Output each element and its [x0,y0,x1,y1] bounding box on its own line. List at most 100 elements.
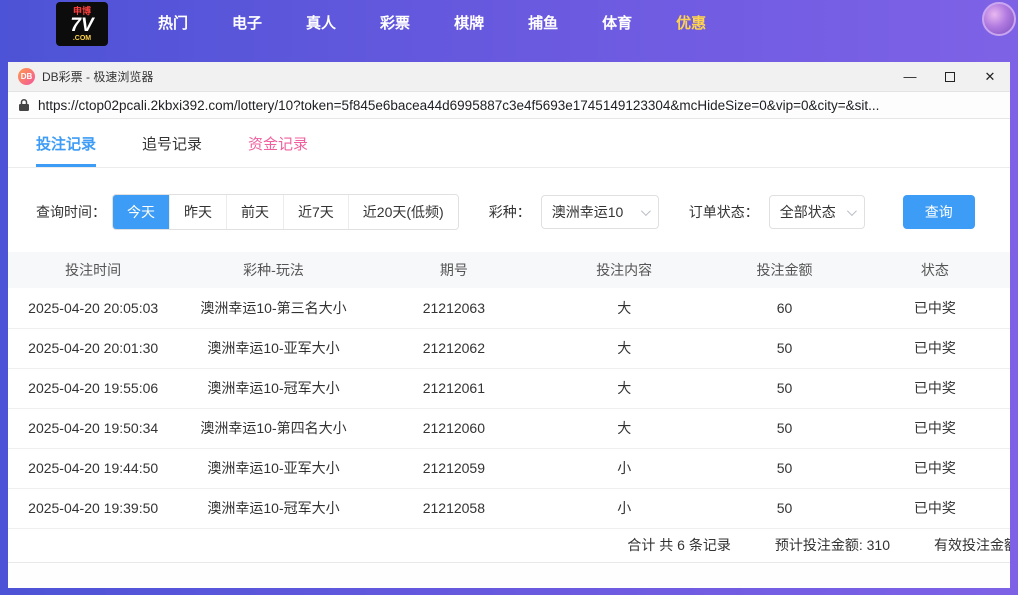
cell-issue: 21212060 [368,408,540,449]
site-logo[interactable]: 申博 7V .COM [56,2,108,46]
cell-bet-amount: 50 [709,408,860,449]
cell-bet-time: 2025-04-20 19:39:50 [8,488,179,529]
tab-fund-records[interactable]: 资金记录 [248,119,308,167]
header-lottery-play: 彩种-玩法 [178,252,369,288]
status-select-value: 全部状态 [779,204,836,220]
cell-bet-content: 大 [539,328,710,369]
table-row: 2025-04-20 19:50:34 澳洲幸运10-第四名大小 2121206… [8,408,1010,449]
table-row: 2025-04-20 20:01:30 澳洲幸运10-亚军大小 21212062… [8,328,1010,369]
cell-lottery-play: 澳洲幸运10-亚军大小 [178,328,369,369]
table-row: 2025-04-20 20:05:03 澳洲幸运10-第三名大小 2121206… [8,288,1010,329]
status-badge: 已中奖 [859,488,1010,529]
summary-total-records: 合计 共 6 条记录 [627,537,731,553]
cell-lottery-play: 澳洲幸运10-第四名大小 [178,408,369,449]
header-status: 状态 [859,252,1010,288]
cell-bet-amount: 50 [709,488,860,529]
search-button[interactable]: 查询 [902,195,975,229]
record-tabs: 投注记录 追号记录 资金记录 [8,119,1010,168]
cell-bet-time: 2025-04-20 20:05:03 [8,288,179,329]
tab-bet-records[interactable]: 投注记录 [36,119,97,167]
lottery-select-value: 澳洲幸运10 [551,204,624,220]
cell-bet-amount: 50 [709,328,860,369]
nav-item-fishing[interactable]: 捕鱼 [506,0,580,48]
table-row: 2025-04-20 19:39:50 澳洲幸运10-冠军大小 21212058… [8,488,1010,529]
status-badge: 已中奖 [859,448,1010,489]
cell-lottery-play: 澳洲幸运10-亚军大小 [178,448,369,489]
cell-bet-amount: 50 [709,448,860,489]
status-filter-label: 订单状态： [688,204,759,220]
logo-main-text: 7V [70,14,94,36]
cell-bet-content: 大 [539,288,710,329]
site-topbar: 申博 7V .COM 热门 电子 真人 彩票 棋牌 捕鱼 体育 优惠 [0,0,1018,48]
titlebar-left: DB DB彩票 - 极速浏览器 [8,68,153,85]
status-badge: 已中奖 [859,328,1010,369]
cell-lottery-play: 澳洲幸运10-冠军大小 [178,488,369,529]
cell-bet-time: 2025-04-20 19:55:06 [8,368,179,409]
nav-item-hot[interactable]: 热门 [136,0,210,48]
url-bar[interactable]: https://ctop02pcali.2kbxi392.com/lottery… [8,92,1010,119]
nav-item-lottery[interactable]: 彩票 [358,0,432,48]
nav-item-board-games[interactable]: 棋牌 [432,0,506,48]
time-option-7days[interactable]: 近7天 [284,195,349,229]
cell-lottery-play: 澳洲幸运10-第三名大小 [178,288,369,329]
cell-issue: 21212062 [368,328,540,369]
header-bet-amount: 投注金额 [709,252,860,288]
cell-lottery-play: 澳洲幸运10-冠军大小 [178,368,369,409]
browser-titlebar: DB DB彩票 - 极速浏览器 — ✕ [8,62,1010,92]
window-controls: — ✕ [890,62,1010,91]
status-badge: 已中奖 [859,408,1010,449]
browser-window: DB DB彩票 - 极速浏览器 — ✕ https://ctop02pcali.… [8,62,1010,588]
time-option-yesterday[interactable]: 昨天 [170,195,227,229]
chevron-down-icon [846,205,857,216]
bet-records-table: 投注时间 彩种-玩法 期号 投注内容 投注金额 状态 2025-04-20 20… [8,252,1010,529]
browser-app-icon: DB [18,68,35,85]
summary-expected-amount: 预计投注金额: 310 [774,537,890,553]
table-row: 2025-04-20 19:44:50 澳洲幸运10-亚军大小 21212059… [8,448,1010,489]
page-bottom-spacer [8,562,1010,588]
nav-item-slots[interactable]: 电子 [210,0,284,48]
cell-bet-amount: 50 [709,368,860,409]
summary-footer: 合计 共 6 条记录 预计投注金额: 310 有效投注金额 [8,529,1010,563]
maximize-icon [945,71,955,82]
nav-item-sports[interactable]: 体育 [580,0,654,48]
user-avatar[interactable] [982,2,1016,36]
table-row: 2025-04-20 19:55:06 澳洲幸运10-冠军大小 21212061… [8,368,1010,409]
cell-bet-amount: 60 [709,288,860,329]
header-bet-content: 投注内容 [539,252,710,288]
cell-bet-content: 大 [539,368,710,409]
status-badge: 已中奖 [859,288,1010,329]
time-filter-label: 查询时间： [36,204,106,220]
window-title: DB彩票 - 极速浏览器 [42,70,154,84]
chevron-down-icon [640,205,651,216]
cell-bet-time: 2025-04-20 19:50:34 [8,408,179,449]
cell-bet-content: 小 [539,488,710,529]
time-option-day-before[interactable]: 前天 [227,195,284,229]
nav-item-live[interactable]: 真人 [284,0,358,48]
logo-sub-text: .COM [72,34,92,42]
cell-issue: 21212063 [368,288,540,329]
maximize-button[interactable] [930,62,970,91]
header-bet-time: 投注时间 [8,252,179,288]
cell-bet-time: 2025-04-20 20:01:30 [8,328,179,369]
time-option-20days[interactable]: 近20天(低频) [348,195,458,229]
lottery-select[interactable]: 澳洲幸运10 [540,195,659,229]
status-badge: 已中奖 [859,368,1010,409]
close-button[interactable]: ✕ [970,62,1010,91]
table-header-row: 投注时间 彩种-玩法 期号 投注内容 投注金额 状态 [8,252,1010,288]
order-status-select[interactable]: 全部状态 [768,195,865,229]
minimize-button[interactable]: — [890,62,930,91]
cell-bet-time: 2025-04-20 19:44:50 [8,448,179,489]
url-text[interactable]: https://ctop02pcali.2kbxi392.com/lottery… [38,98,1000,113]
lottery-filter-label: 彩种： [488,204,531,220]
nav-item-promotions[interactable]: 优惠 [654,0,728,48]
summary-valid-amount: 有效投注金额 [934,537,1010,553]
time-option-today[interactable]: 今天 [113,195,170,229]
cell-bet-content: 小 [539,448,710,489]
lottery-page: 投注记录 追号记录 资金记录 查询时间： 今天 昨天 前天 近7天 近20天(低… [8,119,1010,588]
header-issue: 期号 [368,252,540,288]
screen: 申博 7V .COM 热门 电子 真人 彩票 棋牌 捕鱼 体育 优惠 DB DB… [0,0,1018,595]
cell-bet-content: 大 [539,408,710,449]
tab-chase-records[interactable]: 追号记录 [142,119,202,167]
main-nav: 热门 电子 真人 彩票 棋牌 捕鱼 体育 优惠 [136,0,728,48]
cell-issue: 21212059 [368,448,540,489]
